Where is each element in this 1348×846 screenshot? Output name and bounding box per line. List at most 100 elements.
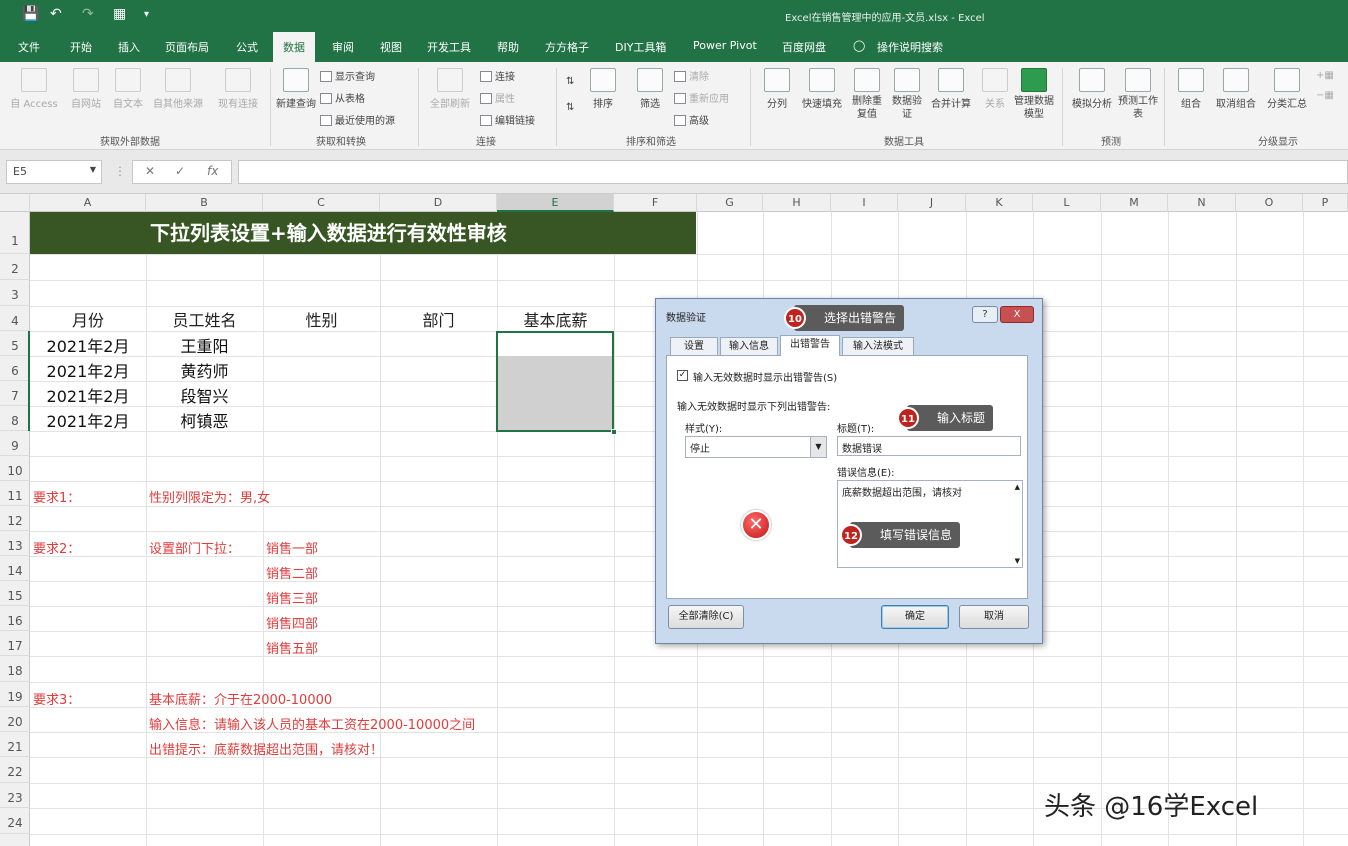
save-icon[interactable]: 💾 <box>22 6 39 22</box>
cell-b8[interactable]: 柯镇恶 <box>146 408 263 432</box>
insert-function-icon[interactable]: fx <box>207 164 218 178</box>
sort-az-icon[interactable]: ⇅ <box>566 76 574 87</box>
hide-detail-icon[interactable]: −▦ <box>1316 90 1334 101</box>
help-button[interactable]: ? <box>972 306 998 323</box>
from-access-button[interactable]: 自 Access <box>8 68 60 110</box>
row-header[interactable]: 22 <box>0 757 30 783</box>
tab-help[interactable]: 帮助 <box>497 39 519 55</box>
row-header[interactable]: 6 <box>0 356 30 381</box>
remove-duplicates-button[interactable]: 删除重复值 <box>848 68 886 121</box>
active-cell-e5[interactable] <box>498 333 612 356</box>
refresh-all-button[interactable]: 全部刷新 <box>426 68 474 110</box>
filter-button[interactable]: 筛选 <box>632 68 668 110</box>
selected-range-e5-e8[interactable] <box>496 331 617 435</box>
cell-b7[interactable]: 段智兴 <box>146 383 263 407</box>
row-header[interactable]: 7 <box>0 381 30 406</box>
row-header[interactable]: 5 <box>0 331 30 356</box>
column-header-j[interactable]: J <box>898 194 966 212</box>
row-header[interactable]: 3 <box>0 280 30 306</box>
tab-diy-toolbox[interactable]: DIY工具箱 <box>615 39 666 55</box>
column-header-c[interactable]: C <box>263 194 380 212</box>
row-header[interactable]: 10 <box>0 456 30 481</box>
cancel-icon[interactable]: ✕ <box>145 164 155 178</box>
group-button[interactable]: 组合 <box>1174 68 1208 110</box>
tab-ime-mode[interactable]: 输入法模式 <box>842 337 914 356</box>
column-header-m[interactable]: M <box>1101 194 1168 212</box>
from-other-button[interactable]: 自其他来源 <box>150 68 206 110</box>
tab-data[interactable]: 数据 <box>273 32 315 62</box>
cell-b5[interactable]: 王重阳 <box>146 333 263 357</box>
what-if-button[interactable]: 模拟分析 <box>1068 68 1116 110</box>
cell-a7[interactable]: 2021年2月 <box>30 383 146 407</box>
row-header[interactable]: 2 <box>0 254 30 280</box>
from-text-button[interactable]: 自文本 <box>108 68 148 110</box>
tab-baidu-pan[interactable]: 百度网盘 <box>782 39 826 55</box>
row-header[interactable]: 15 <box>0 581 30 606</box>
tab-file[interactable]: 文件 <box>18 39 40 55</box>
row-header[interactable]: 23 <box>0 783 30 808</box>
data-validation-button[interactable]: 数据验证 <box>888 68 926 121</box>
column-header-p[interactable]: P <box>1303 194 1348 212</box>
show-queries-button[interactable]: 显示查询 <box>320 68 375 83</box>
column-header-d[interactable]: D <box>380 194 497 212</box>
row-header[interactable]: 20 <box>0 707 30 732</box>
column-header-n[interactable]: N <box>1168 194 1236 212</box>
from-web-button[interactable]: 自网站 <box>66 68 106 110</box>
forecast-sheet-button[interactable]: 预测工作表 <box>1118 68 1158 121</box>
cell-a5[interactable]: 2021年2月 <box>30 333 146 357</box>
show-detail-icon[interactable]: +▦ <box>1316 70 1334 81</box>
row-header[interactable]: 8 <box>0 406 30 431</box>
fill-handle[interactable] <box>611 429 617 435</box>
column-header-l[interactable]: L <box>1033 194 1101 212</box>
tab-home[interactable]: 开始 <box>70 39 92 55</box>
row-header[interactable]: 16 <box>0 606 30 631</box>
recent-sources-button[interactable]: 最近使用的源 <box>320 112 395 127</box>
clear-filter-button[interactable]: 清除 <box>674 68 709 83</box>
row-header[interactable]: 19 <box>0 682 30 707</box>
customize-qat-icon[interactable]: ▾ <box>144 9 149 20</box>
from-table-button[interactable]: 从表格 <box>320 90 365 105</box>
advanced-filter-button[interactable]: 高级 <box>674 112 709 127</box>
sort-za-icon[interactable]: ⇅ <box>566 102 574 113</box>
tab-page-layout[interactable]: 页面布局 <box>165 39 209 55</box>
row-header[interactable]: 21 <box>0 732 30 757</box>
row-header[interactable]: 4 <box>0 306 30 331</box>
manage-data-model-button[interactable]: 管理数据模型 <box>1014 68 1054 121</box>
row-header[interactable]: 18 <box>0 656 30 682</box>
name-box-dropdown-icon[interactable]: ▼ <box>90 165 96 174</box>
relationships-button[interactable]: 关系 <box>978 68 1012 110</box>
formula-input[interactable] <box>238 160 1348 184</box>
column-header-g[interactable]: G <box>697 194 763 212</box>
row-header[interactable]: 12 <box>0 506 30 531</box>
row-header[interactable]: 9 <box>0 431 30 456</box>
column-header-i[interactable]: I <box>831 194 898 212</box>
tab-insert[interactable]: 插入 <box>118 39 140 55</box>
text-to-columns-button[interactable]: 分列 <box>760 68 794 110</box>
row-header[interactable]: 17 <box>0 631 30 656</box>
tab-developer[interactable]: 开发工具 <box>427 39 471 55</box>
column-header-e[interactable]: E <box>497 194 614 212</box>
tab-view[interactable]: 视图 <box>380 39 402 55</box>
column-header-b[interactable]: B <box>146 194 263 212</box>
reapply-button[interactable]: 重新应用 <box>674 90 729 105</box>
sort-button[interactable]: 排序 <box>586 68 620 110</box>
row-header[interactable]: 1 <box>0 212 30 254</box>
properties-button[interactable]: 属性 <box>480 90 515 105</box>
scroll-up-icon[interactable]: ▲ <box>1015 483 1020 491</box>
style-select[interactable]: 停止 ▼ <box>685 436 827 458</box>
enter-icon[interactable]: ✓ <box>175 164 185 178</box>
row-header[interactable]: 24 <box>0 808 30 834</box>
tab-input-message[interactable]: 输入信息 <box>720 337 778 356</box>
subtotal-button[interactable]: 分类汇总 <box>1264 68 1310 110</box>
select-all-corner[interactable] <box>0 194 30 212</box>
formula-bar-splitter-icon[interactable]: ⋮ <box>114 164 126 178</box>
connections-button[interactable]: 连接 <box>480 68 515 83</box>
undo-icon[interactable]: ↶ <box>50 6 62 22</box>
tab-power-pivot[interactable]: Power Pivot <box>693 39 757 52</box>
cell-a8[interactable]: 2021年2月 <box>30 408 146 432</box>
tell-me-search[interactable]: 操作说明搜索 <box>877 39 943 55</box>
flash-fill-button[interactable]: 快速填充 <box>798 68 846 110</box>
row-header[interactable]: 11 <box>0 481 30 506</box>
chevron-down-icon[interactable]: ▼ <box>810 437 826 457</box>
cancel-button[interactable]: 取消 <box>959 605 1029 629</box>
